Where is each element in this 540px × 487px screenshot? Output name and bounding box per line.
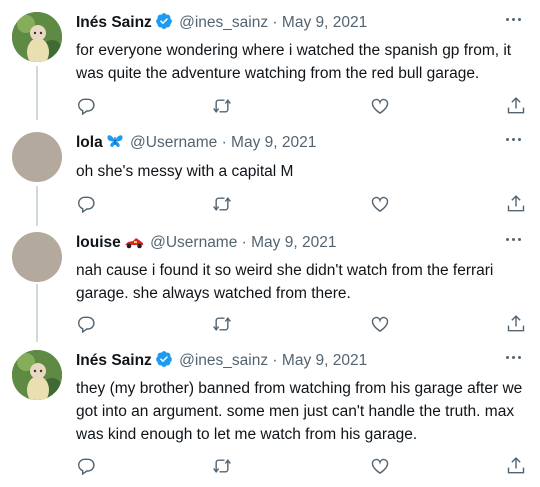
user-handle[interactable]: @ines_sainz	[179, 14, 268, 31]
tweet[interactable]: Inés Sainz @ines_sainz · May 9, 2021 for…	[0, 12, 540, 120]
display-name[interactable]: lola	[76, 134, 103, 151]
avatar-photo	[12, 12, 62, 62]
separator-dot: ·	[221, 134, 227, 151]
avatar[interactable]	[12, 232, 62, 282]
more-icon[interactable]	[506, 138, 522, 142]
tweet[interactable]: louise @Username · May 9, 2021 nah cause…	[0, 232, 540, 340]
tweet-date[interactable]: May 9, 2021	[231, 134, 316, 151]
tweet-text: nah cause i found it so weird she didn't…	[76, 262, 494, 302]
avatar[interactable]	[12, 132, 62, 182]
reply-icon[interactable]	[76, 194, 96, 214]
user-handle[interactable]: @Username	[150, 234, 237, 251]
retweet-icon[interactable]	[212, 194, 232, 214]
like-icon[interactable]	[370, 314, 390, 334]
user-handle[interactable]: @Username	[130, 134, 217, 151]
tweet-actions	[76, 194, 526, 216]
avatar[interactable]	[12, 350, 62, 400]
retweet-icon[interactable]	[212, 96, 232, 116]
like-icon[interactable]	[370, 96, 390, 116]
like-icon[interactable]	[370, 456, 390, 476]
like-icon[interactable]	[370, 194, 390, 214]
tweet-text: oh she's messy with a capital M	[76, 163, 294, 180]
display-name[interactable]: louise	[76, 234, 121, 251]
tweet-date[interactable]: May 9, 2021	[282, 14, 367, 31]
tweet-date[interactable]: May 9, 2021	[251, 234, 336, 251]
tweet-text: they (my brother) banned from watching f…	[76, 380, 523, 443]
butterfly-emoji-icon	[106, 133, 124, 156]
tweet-actions	[76, 456, 526, 478]
reply-icon[interactable]	[76, 96, 96, 116]
tweet[interactable]: lola @Username · May 9, 2021 oh she's me…	[0, 132, 540, 222]
separator-dot: ·	[241, 234, 247, 251]
share-icon[interactable]	[506, 96, 526, 116]
more-icon[interactable]	[506, 18, 522, 22]
share-icon[interactable]	[506, 314, 526, 334]
tweet-thread: Inés Sainz @ines_sainz · May 9, 2021 for…	[0, 0, 540, 487]
verified-badge-icon	[155, 12, 173, 37]
separator-dot: ·	[272, 352, 278, 369]
more-icon[interactable]	[506, 356, 522, 360]
tweet-header: lola @Username · May 9, 2021	[76, 132, 316, 154]
reply-icon[interactable]	[76, 314, 96, 334]
tweet-header: Inés Sainz @ines_sainz · May 9, 2021	[76, 12, 367, 34]
tweet-text: for everyone wondering where i watched t…	[76, 42, 512, 82]
share-icon[interactable]	[506, 194, 526, 214]
verified-badge-icon	[155, 350, 173, 375]
display-name[interactable]: Inés Sainz	[76, 352, 152, 369]
retweet-icon[interactable]	[212, 456, 232, 476]
tweet-actions	[76, 96, 526, 118]
tweet-actions	[76, 314, 526, 336]
separator-dot: ·	[272, 14, 278, 31]
retweet-icon[interactable]	[212, 314, 232, 334]
avatar-photo	[12, 350, 62, 400]
tweet-header: Inés Sainz @ines_sainz · May 9, 2021	[76, 350, 367, 372]
reply-icon[interactable]	[76, 456, 96, 476]
user-handle[interactable]: @ines_sainz	[179, 352, 268, 369]
share-icon[interactable]	[506, 456, 526, 476]
more-icon[interactable]	[506, 238, 522, 242]
racing-car-emoji-icon	[124, 234, 144, 256]
tweet-date[interactable]: May 9, 2021	[282, 352, 367, 369]
tweet[interactable]: Inés Sainz @ines_sainz · May 9, 2021 the…	[0, 350, 540, 480]
tweet-header: louise @Username · May 9, 2021	[76, 232, 336, 254]
display-name[interactable]: Inés Sainz	[76, 14, 152, 31]
avatar[interactable]	[12, 12, 62, 62]
